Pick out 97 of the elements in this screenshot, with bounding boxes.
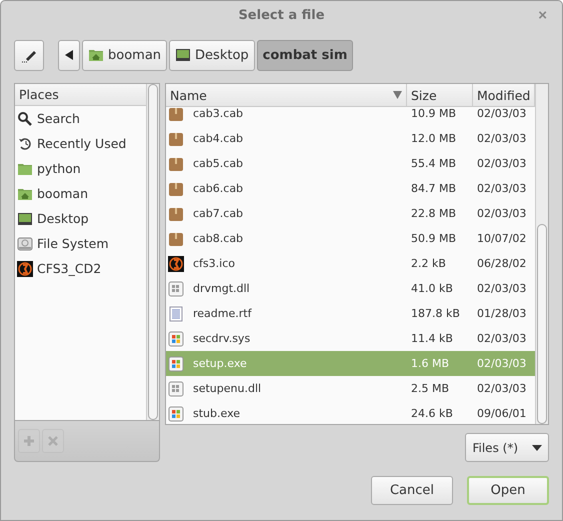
file-row[interactable]: stub.exe 24.6 kB 09/06/01 bbox=[166, 401, 535, 424]
box-icon bbox=[168, 230, 184, 246]
file-size: 50.9 MB bbox=[410, 232, 458, 245]
places-item[interactable]: File System bbox=[15, 231, 146, 256]
file-row[interactable]: cab3.cab 10.9 MB 02/03/03 bbox=[166, 107, 535, 126]
file-name: drvmgt.dll bbox=[192, 282, 250, 295]
path-button[interactable]: booman bbox=[82, 40, 168, 70]
box-icon bbox=[168, 156, 184, 172]
clock-arrow-icon bbox=[17, 136, 33, 152]
file-row[interactable]: readme.rtf 187.8 kB 01/28/03 bbox=[166, 301, 535, 326]
file-size: 22.8 MB bbox=[410, 207, 458, 220]
column-header[interactable]: Name bbox=[166, 84, 407, 106]
back-button[interactable] bbox=[58, 40, 80, 70]
file-row[interactable]: cab4.cab 12.0 MB 02/03/03 bbox=[166, 126, 535, 151]
file-row[interactable]: cab6.cab 84.7 MB 02/03/03 bbox=[166, 176, 535, 201]
places-item[interactable]: Search bbox=[15, 106, 146, 131]
file-name: readme.rtf bbox=[192, 307, 252, 320]
file-size: 84.7 MB bbox=[410, 182, 458, 195]
file-size: 55.4 MB bbox=[410, 157, 458, 170]
cancel-button[interactable]: Cancel bbox=[371, 476, 453, 505]
path-button[interactable]: combat sim bbox=[256, 40, 354, 70]
left-arrow-icon bbox=[65, 50, 73, 60]
places-item[interactable]: Recently Used bbox=[15, 131, 146, 156]
places-item[interactable]: booman bbox=[15, 181, 146, 206]
file-size: 187.8 kB bbox=[410, 307, 461, 320]
file-size: 2.2 kB bbox=[410, 257, 447, 270]
file-name: cab8.cab bbox=[192, 232, 244, 245]
scrollbar[interactable] bbox=[535, 84, 548, 424]
scrollbar[interactable] bbox=[146, 84, 159, 420]
drive-icon bbox=[17, 236, 33, 252]
file-name: cab7.cab bbox=[192, 207, 244, 220]
places-item[interactable]: Desktop bbox=[15, 206, 146, 231]
file-name: cab6.cab bbox=[192, 182, 244, 195]
game-logo-icon bbox=[17, 260, 33, 276]
box-icon bbox=[168, 206, 184, 222]
document-icon bbox=[168, 306, 184, 322]
library-file-icon bbox=[168, 380, 184, 396]
file-row[interactable]: drvmgt.dll 41.0 kB 02/03/03 bbox=[166, 276, 535, 301]
file-size: 24.6 kB bbox=[410, 407, 454, 420]
file-modified: 02/03/03 bbox=[476, 357, 528, 370]
file-row[interactable]: cab5.cab 55.4 MB 02/03/03 bbox=[166, 151, 535, 176]
file-row[interactable]: cfs3.ico 2.2 kB 06/28/02 bbox=[166, 251, 535, 276]
places-item[interactable]: CFS3_CD2 bbox=[15, 256, 146, 281]
box-icon bbox=[168, 180, 184, 196]
file-name: cab3.cab bbox=[192, 107, 244, 120]
open-button[interactable]: Open bbox=[467, 476, 549, 505]
cross-icon bbox=[48, 436, 58, 446]
file-row[interactable]: setupenu.dll 2.5 MB 02/03/03 bbox=[166, 376, 535, 401]
file-modified: 02/03/03 bbox=[476, 332, 528, 345]
file-modified: 02/03/03 bbox=[476, 182, 528, 195]
file-modified: 10/07/02 bbox=[476, 232, 528, 245]
file-name: cfs3.ico bbox=[192, 257, 235, 270]
places-item[interactable]: python bbox=[15, 156, 146, 181]
file-modified: 01/28/03 bbox=[476, 307, 528, 320]
box-icon bbox=[168, 130, 184, 146]
file-size: 11.4 kB bbox=[410, 332, 454, 345]
type-location-button[interactable] bbox=[14, 40, 44, 70]
file-name: setup.exe bbox=[192, 357, 247, 370]
file-size: 1.6 MB bbox=[410, 357, 450, 370]
file-modified: 06/28/02 bbox=[476, 257, 528, 270]
file-modified: 02/03/03 bbox=[476, 107, 528, 120]
column-header[interactable]: Size bbox=[407, 84, 473, 106]
window-title: Select a file bbox=[238, 8, 325, 22]
file-name: cab5.cab bbox=[192, 157, 244, 170]
file-modified: 02/03/03 bbox=[476, 207, 528, 220]
file-modified: 02/03/03 bbox=[476, 157, 528, 170]
game-logo-icon bbox=[168, 256, 184, 272]
file-row[interactable]: secdrv.sys 11.4 kB 02/03/03 bbox=[166, 326, 535, 351]
file-size: 41.0 kB bbox=[410, 282, 454, 295]
windows-program-icon bbox=[168, 356, 184, 372]
file-modified: 09/06/01 bbox=[476, 407, 528, 420]
file-modified: 02/03/03 bbox=[476, 382, 528, 395]
file-size: 2.5 MB bbox=[410, 382, 450, 395]
search-icon bbox=[17, 110, 33, 126]
file-size: 12.0 MB bbox=[410, 132, 458, 145]
file-name: cab4.cab bbox=[192, 132, 244, 145]
desktop-icon bbox=[175, 47, 192, 63]
file-row[interactable]: cab7.cab 22.8 MB 02/03/03 bbox=[166, 201, 535, 226]
file-name: secdrv.sys bbox=[192, 332, 250, 345]
sort-down-icon bbox=[393, 91, 402, 99]
windows-program-icon bbox=[168, 330, 184, 346]
filter-dropdown[interactable]: Files (*) bbox=[465, 433, 549, 462]
desktop-icon bbox=[17, 210, 33, 226]
box-icon bbox=[168, 107, 184, 122]
plus-icon bbox=[24, 436, 34, 446]
file-modified: 02/03/03 bbox=[476, 132, 528, 145]
file-name: setupenu.dll bbox=[192, 382, 262, 395]
path-button[interactable]: Desktop bbox=[169, 40, 255, 70]
library-file-icon bbox=[168, 280, 184, 296]
file-name: stub.exe bbox=[192, 407, 240, 420]
file-size: 10.9 MB bbox=[410, 107, 458, 120]
file-modified: 02/03/03 bbox=[476, 282, 528, 295]
windows-program-icon bbox=[168, 406, 184, 422]
dropdown-arrow-icon bbox=[532, 444, 542, 450]
places-header: Places bbox=[15, 84, 146, 106]
file-row[interactable]: cab8.cab 50.9 MB 10/07/02 bbox=[166, 226, 535, 251]
home-folder-icon bbox=[88, 47, 104, 63]
